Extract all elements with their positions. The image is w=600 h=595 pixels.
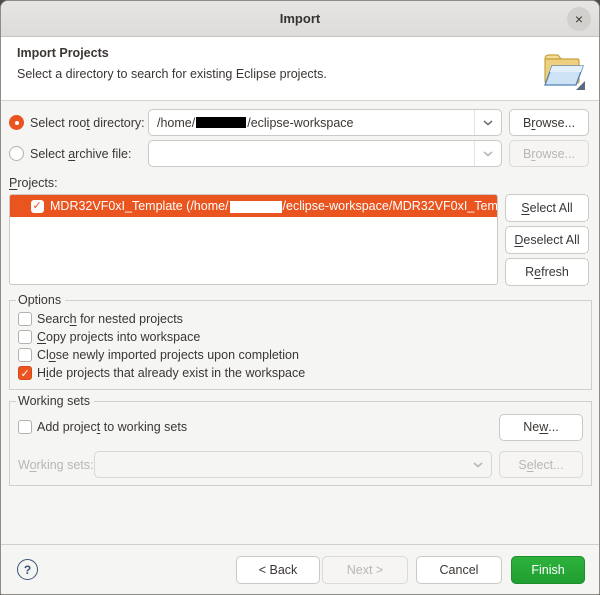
root-directory-row: Select root directory: /home//eclipse-wo…: [9, 109, 589, 136]
browse-archive-button: Browse...: [509, 140, 589, 167]
projects-area: MDR32VF0xI_Template (/home//eclipse-work…: [9, 194, 589, 286]
select-working-set-button: Select...: [499, 451, 583, 478]
project-list-item[interactable]: MDR32VF0xI_Template (/home//eclipse-work…: [10, 195, 497, 217]
copy-projects-checkbox[interactable]: [18, 330, 32, 344]
redacted-username: [230, 201, 282, 213]
chevron-down-icon: [483, 120, 493, 126]
root-directory-label: Select root directory:: [30, 116, 148, 130]
redacted-username: [196, 117, 246, 128]
page-subtitle: Select a directory to search for existin…: [17, 67, 537, 81]
project-item-label: MDR32VF0xI_Template (/home//eclipse-work…: [50, 199, 497, 213]
close-imported-label: Close newly imported projects upon compl…: [37, 348, 299, 362]
add-to-working-sets-checkbox[interactable]: [18, 420, 32, 434]
working-sets-group-title: Working sets: [16, 394, 94, 408]
next-button: Next >: [322, 556, 408, 584]
archive-file-combo[interactable]: [148, 140, 502, 167]
open-folder-icon: [537, 46, 589, 98]
import-dialog: Import × Import Projects Select a direct…: [0, 0, 600, 595]
search-nested-projects-option[interactable]: Search for nested projects: [18, 310, 583, 328]
options-group: Options Search for nested projects Copy …: [9, 293, 592, 390]
projects-label: Projects:: [9, 176, 599, 190]
root-directory-value[interactable]: /home//eclipse-workspace: [149, 110, 474, 135]
working-sets-combo: [94, 451, 492, 478]
working-sets-label: Working sets:: [18, 458, 94, 472]
close-imported-option[interactable]: Close newly imported projects upon compl…: [18, 346, 583, 364]
root-combo-dropdown[interactable]: [474, 110, 501, 135]
working-sets-dropdown: [464, 452, 491, 477]
options-group-title: Options: [16, 293, 65, 307]
close-icon: ×: [575, 12, 583, 26]
refresh-button[interactable]: Refresh: [505, 258, 589, 286]
back-button[interactable]: < Back: [236, 556, 320, 584]
footer-bar: ? < Back Next > Cancel Finish: [1, 544, 599, 594]
deselect-all-button[interactable]: Deselect All: [505, 226, 589, 254]
browse-root-button[interactable]: Browse...: [509, 109, 589, 136]
select-all-button[interactable]: Select All: [505, 194, 589, 222]
archive-file-radio[interactable]: [9, 146, 24, 161]
titlebar: Import ×: [1, 1, 599, 37]
chevron-down-icon: [483, 151, 493, 157]
close-button[interactable]: ×: [567, 7, 591, 31]
root-directory-combo[interactable]: /home//eclipse-workspace: [148, 109, 502, 136]
search-nested-label: Search for nested projects: [37, 312, 183, 326]
chevron-down-icon: [473, 462, 483, 468]
help-icon: ?: [24, 563, 31, 577]
copy-projects-label: Copy projects into workspace: [37, 330, 200, 344]
wizard-header: Import Projects Select a directory to se…: [1, 37, 599, 101]
copy-projects-option[interactable]: Copy projects into workspace: [18, 328, 583, 346]
help-button[interactable]: ?: [17, 559, 38, 580]
project-checkbox[interactable]: [31, 200, 44, 213]
hide-existing-option[interactable]: Hide projects that already exist in the …: [18, 364, 583, 382]
working-sets-group: Working sets Add project to working sets…: [9, 394, 592, 486]
working-sets-value: [95, 452, 464, 477]
hide-existing-label: Hide projects that already exist in the …: [37, 366, 305, 380]
add-to-working-sets-label: Add project to working sets: [37, 420, 187, 434]
projects-side-buttons: Select All Deselect All Refresh: [505, 194, 589, 286]
finish-button[interactable]: Finish: [511, 556, 585, 584]
window-title: Import: [280, 11, 320, 26]
cancel-button[interactable]: Cancel: [416, 556, 502, 584]
archive-file-label: Select archive file:: [30, 147, 148, 161]
archive-file-row: Select archive file: Browse...: [9, 140, 589, 167]
new-working-set-button[interactable]: New...: [499, 414, 583, 441]
close-imported-checkbox[interactable]: [18, 348, 32, 362]
hide-existing-checkbox[interactable]: [18, 366, 32, 380]
projects-list[interactable]: MDR32VF0xI_Template (/home//eclipse-work…: [9, 194, 498, 285]
archive-combo-dropdown[interactable]: [474, 141, 501, 166]
search-nested-checkbox[interactable]: [18, 312, 32, 326]
archive-file-value[interactable]: [149, 141, 474, 166]
page-title: Import Projects: [17, 46, 537, 60]
root-directory-radio[interactable]: [9, 115, 24, 130]
